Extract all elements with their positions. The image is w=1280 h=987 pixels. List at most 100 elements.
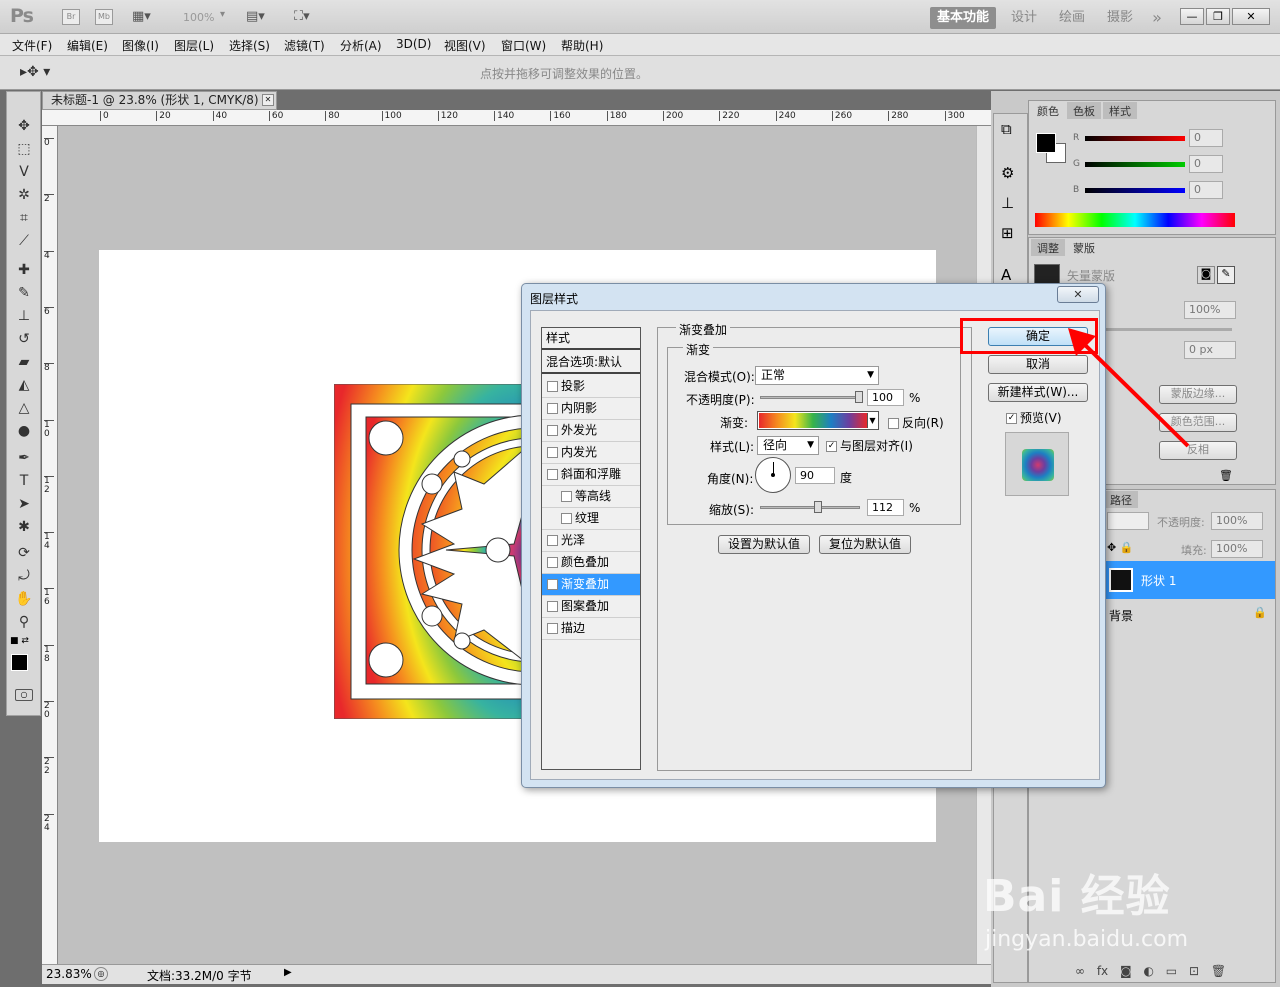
menu-image[interactable]: 图像(I)	[122, 37, 159, 54]
foreground-color[interactable]	[11, 654, 28, 671]
preview-checkbox[interactable]: ✓ 预览(V)	[1006, 409, 1062, 426]
adjustment-layer-icon[interactable]: ◐	[1143, 964, 1153, 978]
arrange-documents-icon[interactable]: ▤▾	[246, 9, 278, 24]
menu-3d[interactable]: 3D(D)	[396, 37, 431, 51]
angle-input[interactable]: 90	[795, 467, 835, 484]
status-zoom[interactable]: 23.83%	[46, 967, 92, 981]
gradient-preview[interactable]	[759, 413, 867, 428]
tool-presets-icon[interactable]: ⊞	[1001, 224, 1014, 242]
group-icon[interactable]: ▭	[1166, 964, 1177, 978]
effect-checkbox[interactable]	[547, 381, 558, 392]
menu-window[interactable]: 窗口(W)	[501, 37, 546, 54]
status-menu-arrow-icon[interactable]: ▶	[284, 967, 292, 978]
effect-item[interactable]: 颜色叠加	[542, 552, 640, 574]
view-extras-icon[interactable]: ▦▾	[132, 9, 164, 25]
reverse-check-box[interactable]	[888, 418, 899, 429]
effect-item[interactable]: 外发光	[542, 420, 640, 442]
effect-item[interactable]: 投影	[542, 376, 640, 398]
zoom-level[interactable]: 100%	[183, 11, 214, 24]
menu-edit[interactable]: 编辑(E)	[67, 37, 108, 54]
reset-default-button[interactable]: 复位为默认值	[819, 535, 911, 554]
menu-view[interactable]: 视图(V)	[444, 37, 486, 54]
set-default-button[interactable]: 设置为默认值	[718, 535, 810, 554]
effect-item[interactable]: 斜面和浮雕	[542, 464, 640, 486]
zoom-tool-icon[interactable]: ⚲	[13, 612, 35, 632]
style-select[interactable]: 径向 ▼	[757, 436, 819, 455]
effect-checkbox[interactable]	[547, 447, 558, 458]
delete-mask-icon[interactable]: 🗑	[1219, 469, 1233, 482]
swap-colors-icon[interactable]: ■ ⇄	[10, 636, 29, 646]
crop-tool-icon[interactable]: ⌗	[13, 208, 35, 228]
effect-item[interactable]: 内发光	[542, 442, 640, 464]
minimize-button[interactable]: —	[1180, 8, 1204, 25]
path-select-icon[interactable]: ➤	[13, 494, 35, 514]
effect-checkbox[interactable]	[547, 557, 558, 568]
layer-bottom-icons[interactable]: ∞ fx ◙ ◐ ▭ ⊡ 🗑	[1075, 964, 1275, 978]
preview-check-box[interactable]: ✓	[1006, 413, 1017, 424]
lasso-tool-icon[interactable]: ᐯ	[13, 162, 35, 182]
blue-value[interactable]: 0	[1189, 181, 1223, 199]
red-slider[interactable]	[1085, 136, 1185, 141]
tab-swatches[interactable]: 色板	[1067, 102, 1101, 119]
workspace-design[interactable]: 设计	[1004, 7, 1044, 29]
effect-item[interactable]: 等高线	[542, 486, 640, 508]
type-tool-icon[interactable]: T	[13, 471, 35, 491]
reverse-checkbox[interactable]: 反向(R)	[888, 414, 944, 431]
menu-filter[interactable]: 滤镜(T)	[284, 37, 325, 54]
red-value[interactable]: 0	[1189, 129, 1223, 147]
shape-tool-icon[interactable]: ✱	[13, 517, 35, 537]
menu-file[interactable]: 文件(F)	[12, 37, 52, 54]
more-workspaces-icon[interactable]: »	[1146, 7, 1168, 29]
lock-icons[interactable]: ✥ 🔒	[1107, 541, 1133, 554]
restore-button[interactable]: ❐	[1206, 8, 1230, 25]
styles-header[interactable]: 样式	[542, 328, 640, 350]
vector-mask-icon[interactable]: ✎	[1217, 266, 1235, 284]
green-value[interactable]: 0	[1189, 155, 1223, 173]
tab-adjustments[interactable]: 调整	[1031, 239, 1065, 256]
effect-checkbox[interactable]	[561, 491, 572, 502]
brush-tool-icon[interactable]: ✎	[13, 283, 35, 303]
effect-item[interactable]: 纹理	[542, 508, 640, 530]
bridge-button[interactable]: Br	[62, 9, 80, 25]
layer-row-shape1[interactable]: 形状 1	[1103, 561, 1275, 599]
history-panel-icon[interactable]: ⧉	[1001, 120, 1012, 138]
opacity-input[interactable]: 100	[867, 389, 904, 406]
move-tool-icon[interactable]: ✥	[13, 116, 35, 136]
blending-options[interactable]: 混合选项:默认	[542, 352, 640, 374]
opacity-slider[interactable]	[760, 391, 863, 403]
hand-tool-icon[interactable]: ✋	[13, 589, 35, 609]
blend-mode-select[interactable]: 正常 ▼	[755, 366, 879, 385]
effect-checkbox[interactable]	[547, 601, 558, 612]
status-info-icon[interactable]: ◎	[94, 967, 108, 981]
zoom-dropdown-icon[interactable]: ▾	[220, 9, 225, 20]
fx-icon[interactable]: fx	[1097, 964, 1108, 978]
healing-brush-icon[interactable]: ✚	[13, 260, 35, 280]
effect-checkbox[interactable]	[561, 513, 572, 524]
gradient-dropdown-icon[interactable]: ▼	[867, 413, 877, 428]
workspace-essentials[interactable]: 基本功能	[930, 7, 996, 29]
close-document-icon[interactable]: ✕	[262, 94, 274, 106]
close-window-button[interactable]: ✕	[1232, 8, 1270, 25]
scale-slider-thumb[interactable]	[813, 501, 822, 513]
opacity-slider-thumb[interactable]	[855, 391, 863, 403]
link-layers-icon[interactable]: ∞	[1075, 964, 1085, 978]
eraser-tool-icon[interactable]: ▰	[13, 352, 35, 372]
scale-slider[interactable]	[760, 501, 860, 513]
align-check-box[interactable]: ✓	[826, 441, 837, 452]
effect-checkbox[interactable]	[547, 623, 558, 634]
menu-layer[interactable]: 图层(L)	[174, 37, 214, 54]
pixel-mask-icon[interactable]: ◙	[1197, 266, 1215, 284]
effect-item[interactable]: 描边	[542, 618, 640, 640]
fg-swatch[interactable]	[1036, 133, 1056, 153]
effect-checkbox[interactable]: ✓	[547, 579, 558, 590]
fill-value[interactable]: 100%	[1211, 540, 1263, 558]
new-layer-icon[interactable]: ⊡	[1189, 964, 1199, 978]
effect-checkbox[interactable]	[547, 425, 558, 436]
dodge-tool-icon[interactable]: ●	[13, 421, 35, 441]
align-checkbox[interactable]: ✓ 与图层对齐(I)	[826, 437, 913, 454]
effect-checkbox[interactable]	[547, 535, 558, 546]
tab-masks[interactable]: 蒙版	[1067, 239, 1101, 256]
3d-rotate-icon[interactable]: ⟳	[13, 543, 35, 563]
color-spectrum[interactable]	[1035, 213, 1235, 227]
effect-checkbox[interactable]	[547, 469, 558, 480]
